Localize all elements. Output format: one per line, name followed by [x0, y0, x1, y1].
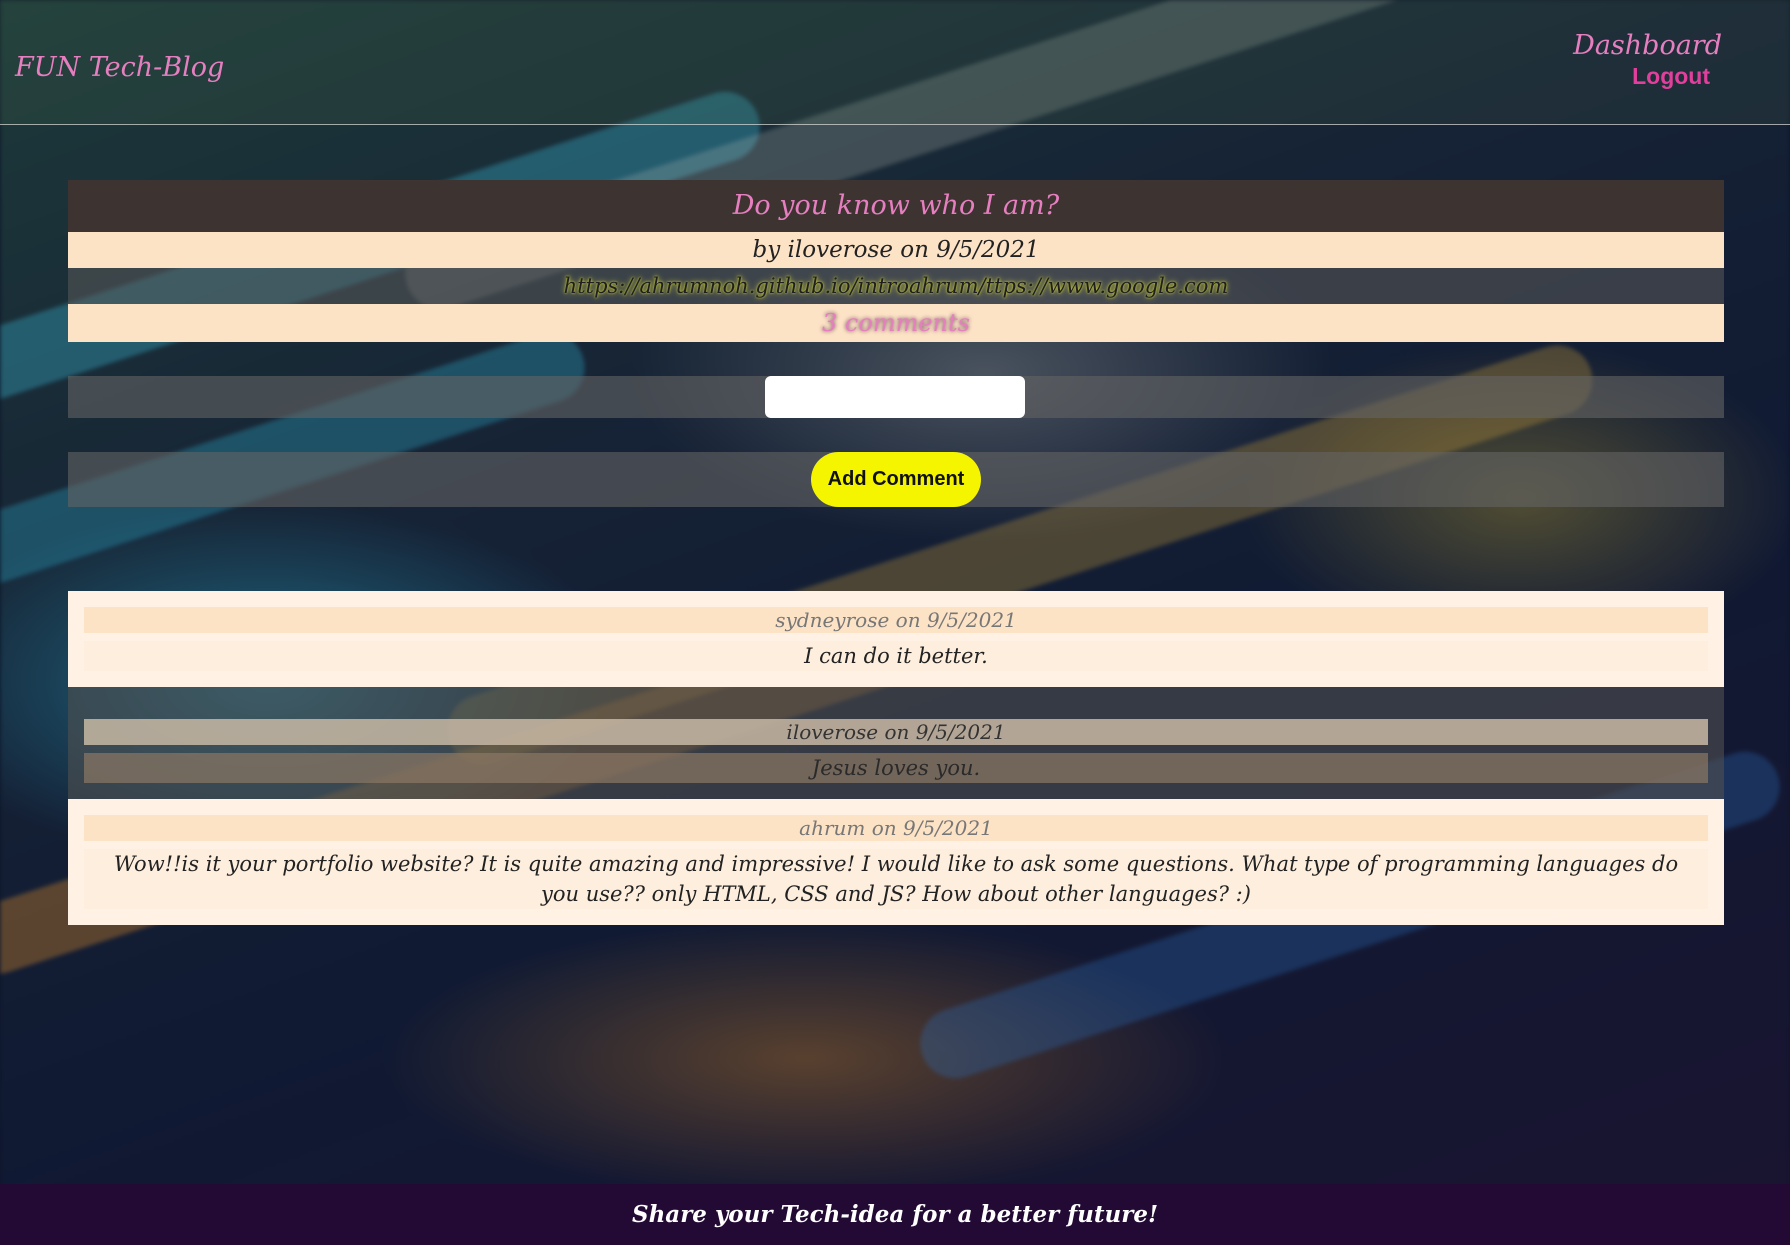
comments-list: sydneyrose on 9/5/2021 I can do it bette… [68, 591, 1724, 925]
comment-input[interactable] [765, 376, 1025, 418]
post-comments-count: 3 comments [68, 304, 1724, 342]
comment-text: Wow!!is it your portfolio website? It is… [84, 849, 1708, 909]
comment-item: iloverose on 9/5/2021 Jesus loves you. [68, 687, 1724, 799]
post: Do you know who I am? by iloverose on 9/… [68, 180, 1724, 342]
comment-meta: sydneyrose on 9/5/2021 [84, 607, 1708, 633]
comment-meta: ahrum on 9/5/2021 [84, 815, 1708, 841]
comment-input-row [68, 376, 1724, 418]
main-content: Do you know who I am? by iloverose on 9/… [68, 180, 1724, 925]
nav-logout-link[interactable]: Logout [1573, 63, 1710, 90]
comment-button-row: Add Comment [68, 452, 1724, 507]
nav-dashboard-link[interactable]: Dashboard [1573, 30, 1722, 61]
comment-text: Jesus loves you. [84, 753, 1708, 783]
post-content: https://ahrumnoh.github.io/introahrum/tt… [68, 268, 1724, 304]
post-meta: by iloverose on 9/5/2021 [68, 232, 1724, 268]
site-header: FUN Tech-Blog Dashboard Logout [0, 0, 1790, 125]
main-nav: Dashboard Logout [1573, 30, 1722, 90]
comment-text: I can do it better. [84, 641, 1708, 671]
comment-meta: iloverose on 9/5/2021 [84, 719, 1708, 745]
add-comment-button[interactable]: Add Comment [811, 452, 981, 507]
comment-item: sydneyrose on 9/5/2021 I can do it bette… [68, 591, 1724, 687]
comment-form: Add Comment [68, 376, 1724, 507]
post-title: Do you know who I am? [68, 180, 1724, 232]
site-brand[interactable]: FUN Tech-Blog [15, 52, 224, 83]
site-footer: Share your Tech-idea for a better future… [0, 1184, 1790, 1245]
footer-text: Share your Tech-idea for a better future… [631, 1201, 1159, 1228]
comment-item: ahrum on 9/5/2021 Wow!!is it your portfo… [68, 799, 1724, 925]
